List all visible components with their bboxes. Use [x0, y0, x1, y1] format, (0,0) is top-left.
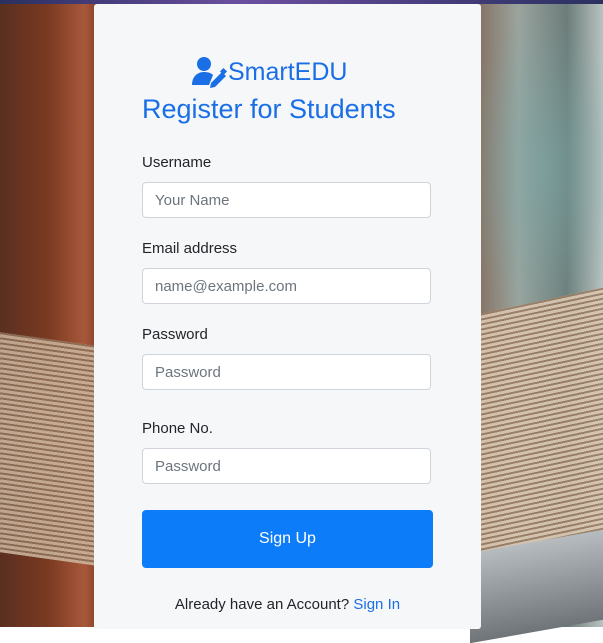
- username-input[interactable]: [142, 182, 431, 218]
- page-title: Register for Students: [142, 94, 396, 124]
- username-label: Username: [142, 154, 212, 171]
- phone-label: Phone No.: [142, 420, 213, 437]
- sign-in-link[interactable]: Sign In: [353, 596, 400, 613]
- password-input[interactable]: [142, 354, 431, 390]
- user-edit-icon: [192, 57, 228, 88]
- phone-input[interactable]: [142, 448, 431, 484]
- brand-logo: SmartEDU: [192, 52, 347, 92]
- email-input[interactable]: [142, 268, 431, 304]
- sign-up-button[interactable]: Sign Up: [142, 510, 433, 568]
- register-card: SmartEDU Register for Students Username …: [94, 4, 481, 629]
- signin-prompt: Already have an Account? Sign In: [94, 596, 481, 613]
- signin-prompt-text: Already have an Account?: [174, 596, 350, 613]
- email-label: Email address: [142, 240, 238, 257]
- password-label: Password: [142, 326, 208, 343]
- brand-name: SmartEDU: [228, 57, 348, 86]
